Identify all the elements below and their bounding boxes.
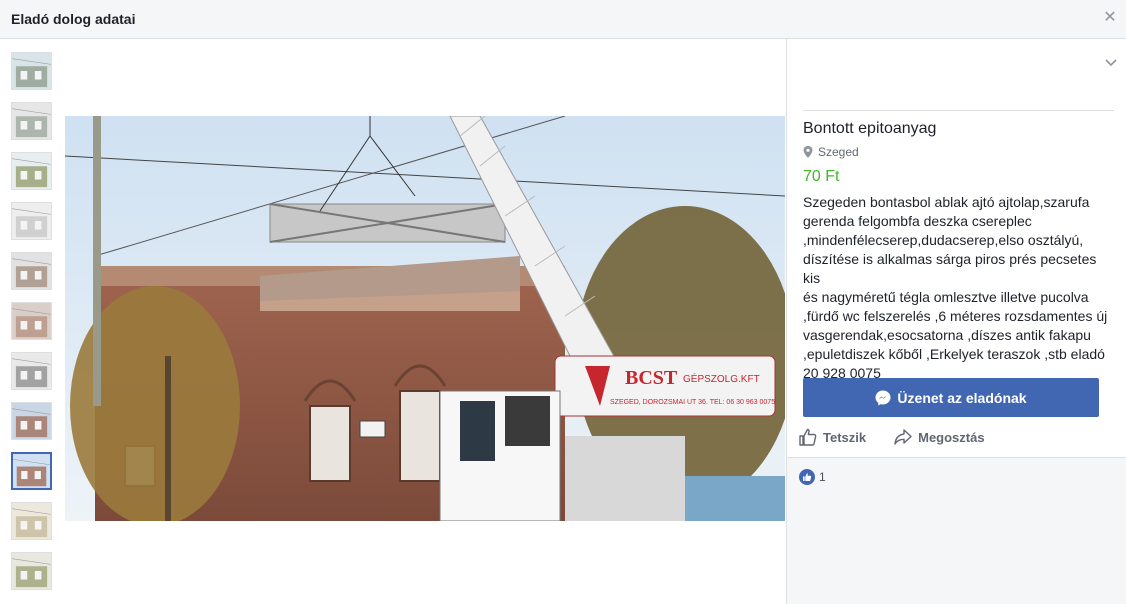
thumbnail-image (12, 103, 51, 139)
action-bar: Tetszik Megosztás (798, 427, 1012, 447)
gallery-thumbnail[interactable] (11, 552, 52, 590)
reaction-summary[interactable]: 1 (799, 469, 826, 485)
chevron-down-icon[interactable] (1104, 56, 1118, 70)
thumbnail-image (12, 253, 51, 289)
listing-description: Szegeden bontasbol ablak ajtó ajtolap,sz… (803, 194, 1108, 381)
crane-brand-text: BCST (625, 367, 678, 389)
listing-location: Szeged (803, 145, 859, 159)
message-seller-button[interactable]: Üzenet az eladónak (803, 378, 1099, 417)
like-button[interactable]: Tetszik (798, 427, 866, 447)
thumbnail-image (12, 403, 51, 439)
crane-address-text: SZEGED, DOROZSMAI UT 36. TEL: 06 30 963 … (610, 399, 775, 406)
thumbnail-image (12, 553, 51, 589)
dialog-header: Eladó dolog adatai ✕ (0, 0, 1126, 39)
thumbnail-image (12, 53, 51, 89)
thumbnail-image (12, 353, 51, 389)
details-divider (803, 110, 1114, 111)
main-photo[interactable]: BCST GÉPSZOLG.KFT SZEGED, DOROZSMAI UT 3… (65, 116, 785, 521)
close-icon[interactable]: ✕ (1102, 10, 1118, 26)
gallery-thumbnail[interactable] (11, 502, 52, 540)
thumbnail-image (12, 303, 51, 339)
reaction-count: 1 (819, 470, 826, 484)
crane-brand-suffix: GÉPSZOLG.KFT (683, 372, 760, 385)
location-pin-icon (803, 146, 813, 158)
thumbnail-image (12, 503, 51, 539)
listing-details: Bontott epitoanyag Szeged 70 Ft Szegeden… (787, 40, 1126, 604)
gallery-thumbnail[interactable] (11, 252, 52, 290)
location-text: Szeged (818, 145, 859, 159)
gallery-thumbnail[interactable] (11, 52, 52, 90)
share-label: Megosztás (918, 429, 985, 445)
gallery-thumbnail[interactable] (11, 152, 52, 190)
gallery-thumbnail[interactable] (11, 102, 52, 140)
thumbnail-image (12, 203, 51, 239)
share-icon (894, 429, 912, 445)
main-photo-image: BCST GÉPSZOLG.KFT SZEGED, DOROZSMAI UT 3… (65, 116, 785, 521)
gallery-thumbnail[interactable] (11, 402, 52, 440)
gallery-thumbnail[interactable] (11, 452, 52, 490)
gallery-thumbnail[interactable] (11, 302, 52, 340)
dialog-title: Eladó dolog adatai (11, 11, 136, 27)
listing-title: Bontott epitoanyag (803, 120, 937, 137)
like-label: Tetszik (823, 429, 867, 445)
reactions-bar: 1 (787, 457, 1126, 604)
photo-gallery: BCST GÉPSZOLG.KFT SZEGED, DOROZSMAI UT 3… (0, 40, 787, 604)
message-seller-label: Üzenet az eladónak (897, 389, 1027, 406)
thumbnail-image (13, 454, 50, 488)
share-button[interactable]: Megosztás (893, 427, 985, 447)
thumbnail-image (12, 153, 51, 189)
messenger-icon (875, 390, 891, 405)
gallery-thumbnail[interactable] (11, 352, 52, 390)
gallery-thumbnail[interactable] (11, 202, 52, 240)
listing-price: 70 Ft (803, 168, 840, 185)
like-reaction-icon (799, 469, 815, 485)
thumbs-up-icon (799, 428, 817, 446)
